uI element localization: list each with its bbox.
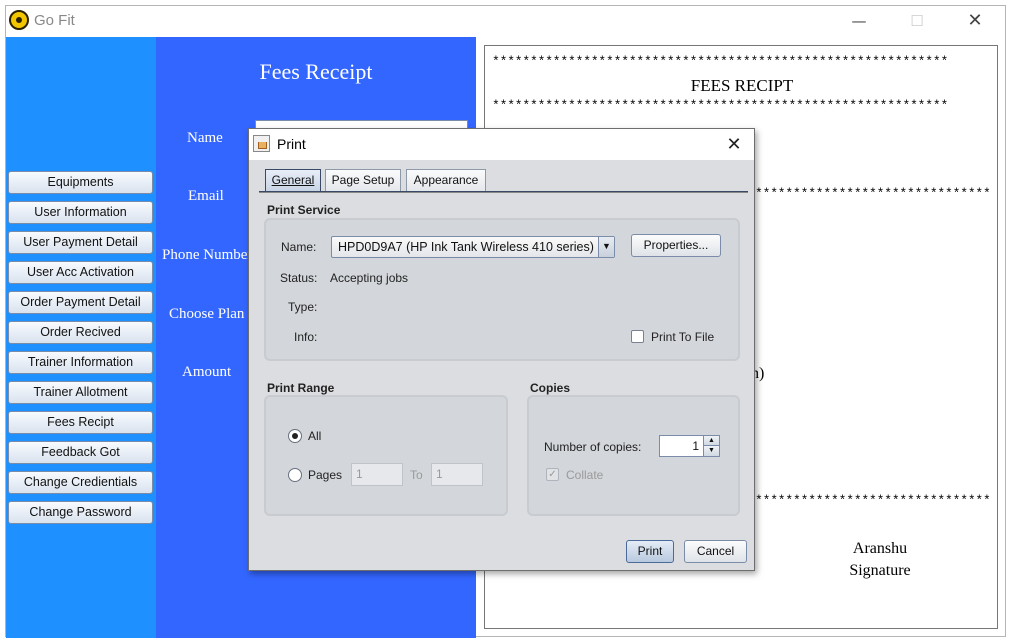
print-range-title: Print Range (267, 381, 335, 395)
maximize-button[interactable]: ☐ (894, 6, 940, 36)
sidebar-item-trainer-allotment[interactable]: Trainer Allotment (8, 381, 153, 404)
receipt-divider: ****************************************… (492, 54, 949, 69)
print-to-file-label[interactable]: Print To File (651, 330, 714, 344)
sidebar-item-user-information[interactable]: User Information (8, 201, 153, 224)
sidebar-item-feedback-got[interactable]: Feedback Got (8, 441, 153, 464)
tab-divider (259, 191, 748, 193)
print-to-file-checkbox[interactable] (631, 330, 644, 343)
info-label: Info: (294, 330, 318, 344)
app-logo-icon (9, 10, 29, 30)
sidebar: Equipments User Information User Payment… (6, 37, 156, 638)
pages-label[interactable]: Pages (308, 468, 342, 482)
print-range-group (264, 395, 508, 516)
collate-checkbox[interactable]: ✓ (546, 468, 559, 481)
dialog-title-bar: Print ✕ (249, 129, 754, 160)
signature-name: Aranshu (852, 540, 908, 557)
minimize-button[interactable]: — (836, 6, 882, 36)
type-label: Type: (288, 300, 318, 314)
sidebar-item-change-password[interactable]: Change Password (8, 501, 153, 524)
printer-select-value: HPD0D9A7 (HP Ink Tank Wireless 410 serie… (338, 240, 594, 254)
receipt-title: FEES RECIPT (690, 76, 794, 95)
properties-button[interactable]: Properties... (631, 234, 721, 257)
title-bar: Go Fit — ☐ ✕ (6, 6, 1005, 37)
pages-from-field[interactable]: 1 (351, 463, 403, 486)
email-label: Email (188, 188, 224, 204)
print-button[interactable]: Print (626, 540, 674, 563)
tab-general[interactable]: General (265, 169, 321, 191)
signature-label: Signature (849, 562, 911, 579)
receipt-divider: ****************************************… (492, 98, 949, 113)
chevron-down-icon[interactable]: ▼ (598, 237, 614, 257)
collate-label: Collate (566, 468, 604, 482)
status-label: Status: (280, 271, 318, 285)
name-label: Name (187, 130, 223, 146)
form-title: Fees Receipt (259, 59, 373, 84)
copies-title: Copies (530, 381, 571, 395)
pages-to-label: To (410, 468, 423, 482)
printer-select[interactable]: HPD0D9A7 (HP Ink Tank Wireless 410 serie… (331, 236, 615, 258)
status-value: Accepting jobs (330, 271, 409, 285)
print-service-title: Print Service (267, 203, 341, 217)
sidebar-item-order-payment-detail[interactable]: Order Payment Detail (8, 291, 153, 314)
sidebar-item-user-payment-detail[interactable]: User Payment Detail (8, 231, 153, 254)
sidebar-item-trainer-information[interactable]: Trainer Information (8, 351, 153, 374)
dialog-title: Print (277, 136, 306, 152)
sidebar-item-fees-recipt[interactable]: Fees Recipt (8, 411, 153, 434)
pages-radio[interactable] (288, 468, 302, 482)
spinner-down-icon[interactable]: ▼ (703, 446, 719, 456)
all-label[interactable]: All (308, 429, 321, 443)
java-cup-icon (253, 135, 270, 152)
close-button[interactable]: ✕ (952, 6, 998, 36)
sidebar-item-order-recived[interactable]: Order Recived (8, 321, 153, 344)
sidebar-item-change-credientials[interactable]: Change Credientials (8, 471, 153, 494)
all-radio[interactable] (288, 429, 302, 443)
plan-label: Choose Plan (169, 306, 245, 322)
receipt-divider: ****************************************… (755, 493, 992, 508)
tab-appearance[interactable]: Appearance (406, 169, 486, 191)
pages-to-field[interactable]: 1 (431, 463, 483, 486)
tab-page-setup[interactable]: Page Setup (325, 169, 401, 191)
copies-spinner[interactable]: 1 ▲ ▼ (659, 435, 720, 457)
receipt-divider: ****************************************… (755, 186, 992, 201)
dialog-close-button[interactable]: ✕ (719, 132, 749, 156)
sidebar-item-equipments[interactable]: Equipments (8, 171, 153, 194)
window-title: Go Fit (34, 12, 75, 29)
printer-name-label: Name: (281, 240, 317, 254)
number-of-copies-label: Number of copies: (544, 440, 642, 454)
cancel-button[interactable]: Cancel (684, 540, 747, 563)
amount-label: Amount (182, 364, 232, 380)
spinner-up-icon[interactable]: ▲ (703, 436, 719, 446)
copies-value: 1 (692, 439, 699, 453)
tab-general-label: General (271, 173, 315, 187)
phone-label: Phone Number (162, 247, 253, 263)
sidebar-item-user-acc-activation[interactable]: User Acc Activation (8, 261, 153, 284)
print-dialog: Print ✕ General Page Setup Appearance Pr… (248, 128, 755, 571)
